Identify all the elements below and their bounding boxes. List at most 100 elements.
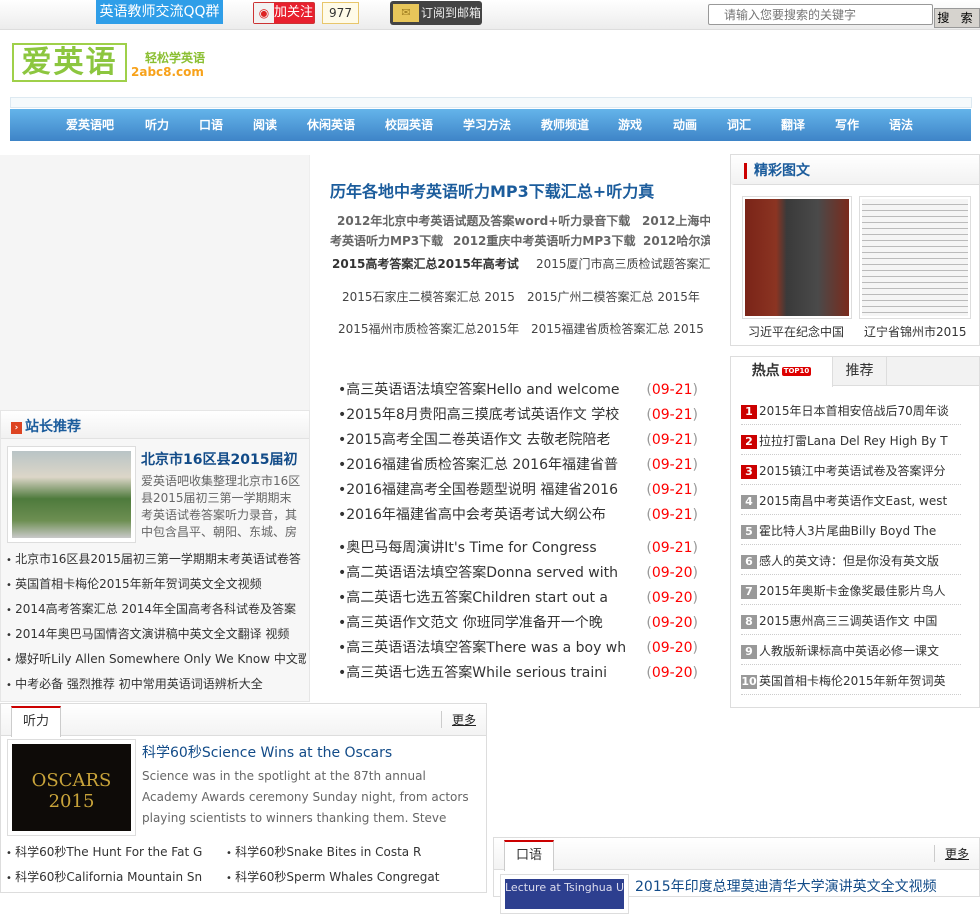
headline-link[interactable]: 2012上海中 [642,212,710,229]
news-item[interactable]: •高三英语七选五答案While serious traini09-20 [338,661,698,686]
news-item[interactable]: •2016年福建省高中会考英语考试大纲公布09-21 [338,503,698,528]
news-item[interactable]: •高三英语作文范文 你班同学准备开一个晚09-20 [338,611,698,636]
list-item[interactable]: 爆好听Lily Allen Somewhere Only We Know 中文歌 [6,647,306,672]
weibo-follow-button[interactable]: ◉ 加关注 [253,2,315,24]
rank-badge: 1 [741,405,757,419]
list-item[interactable]: 英国首相卡梅伦2015年新年贺词英文全文视频 [6,572,306,597]
recommend-feature-title[interactable]: 北京市16区县2015届初 [141,449,301,469]
hot-item[interactable]: 6 感人的英文诗：但是你没有英文版 [741,545,961,575]
listening-list: 科学60秒Snake Bites in Costa R 科学60秒Sperm W… [226,841,446,891]
headline-link[interactable]: 2012年北京中考英语试题及答案word+听力录音下载 [337,212,630,229]
recommend-feature-desc: 爱英语吧收集整理北京市16区县2015届初三第一学期期末考英语试卷答案听力录音，… [141,474,301,539]
hot-item[interactable]: 5 霍比特人3片尾曲Billy Boyd The [741,515,961,545]
picture-caption[interactable]: 辽宁省锦州市2015 [864,323,976,340]
news-date: 09-21 [646,478,698,503]
list-item[interactable]: 2014高考答案汇总 2014年全国高考各科试卷及答案 [6,597,306,622]
nav-item[interactable]: 教师频道 [541,109,589,141]
headline-link[interactable]: 2015福州市质检答案汇总2015年 [338,320,519,337]
more-link[interactable]: 更多 [933,845,969,862]
news-date: 09-20 [646,561,698,586]
rank-badge: 2 [741,435,757,449]
nav-item[interactable]: 词汇 [727,109,751,141]
news-date: 09-21 [646,453,698,478]
speaking-feature-title[interactable]: 2015年印度总理莫迪清华大学演讲英文全文视频 [635,876,965,896]
list-item[interactable]: 2014年奥巴马国情咨文演讲稿中英文全文翻译 视频 [6,622,306,647]
tab-hot[interactable]: 热点 TOP10 [731,357,833,387]
qq-group-link[interactable]: 英语教师交流QQ群 [96,0,223,24]
nav-item[interactable]: 阅读 [253,109,277,141]
picture-thumbnail[interactable] [742,196,852,319]
nav-item[interactable]: 游戏 [618,109,642,141]
headline-link[interactable]: 2015厦门市高三质检试题答案汇 [536,255,711,272]
picture-caption[interactable]: 习近平在纪念中国 [748,323,848,340]
news-item[interactable]: •高三英语语法填空答案There was a boy wh09-20 [338,636,698,661]
hot-item[interactable]: 3 2015镇江中考英语试卷及答案评分 [741,455,961,485]
news-item[interactable]: •2016福建省质检答案汇总 2016年福建省普09-21 [338,453,698,478]
more-link[interactable]: 更多 [440,711,476,728]
listening-feature-title[interactable]: 科学60秒Science Wins at the Oscars [142,742,482,762]
subscribe-email-button[interactable]: ✉ 订阅到邮箱 [390,1,482,25]
rank-badge: 9 [741,645,757,659]
weibo-follow-label: 加关注 [274,5,314,20]
hot-item[interactable]: 2 拉拉打雷Lana Del Rey High By T [741,425,961,455]
nav-item[interactable]: 爱英语吧 [66,109,114,141]
list-item[interactable]: 中考必备 强烈推荐 初中常用英语词语辨析大全 [6,672,306,697]
news-item[interactable]: •2016福建高考全国卷题型说明 福建省201609-21 [338,478,698,503]
rank-badge: 5 [741,525,757,539]
listening-thumbnail[interactable]: OSCARS 2015 [7,739,136,836]
headline-link[interactable]: 2015广州二模答案汇总 2015年 [527,288,700,305]
nav-item[interactable]: 翻译 [781,109,805,141]
news-item[interactable]: •2015高考全国二卷英语作文 去敬老院陪老09-21 [338,428,698,453]
nav-item[interactable]: 听力 [145,109,169,141]
headline-title[interactable]: 历年各地中考英语听力MP3下载汇总+听力真 [330,178,710,202]
list-item[interactable]: 科学60秒The Hunt For the Fat G [6,841,226,866]
nav-item[interactable]: 写作 [835,109,859,141]
news-item[interactable]: •高三英语语法填空答案Hello and welcome09-21 [338,378,698,403]
headline-link[interactable]: 2012重庆中考英语听力MP3下载 [453,232,636,249]
speaking-tabs: 口语 更多 [494,838,979,871]
nav-item[interactable]: 动画 [673,109,697,141]
headline-link[interactable]: 2015石家庄二模答案汇总 2015 [342,288,515,305]
picture-thumbnail[interactable] [859,196,971,319]
listening-list: 科学60秒The Hunt For the Fat G 科学60秒Califor… [6,841,226,891]
list-item[interactable]: 科学60秒Sperm Whales Congregat [226,866,446,891]
search-input[interactable] [708,4,933,25]
logo-slogan: 轻松学英语 [145,51,206,65]
recommend-thumbnail[interactable] [7,446,136,543]
headline-link[interactable]: 2015福建省质检答案汇总 2015 [531,320,704,337]
headline-link[interactable]: 2012哈尔滨 [643,232,710,249]
hot-item[interactable]: 7 2015年奥斯卡金像奖最佳影片鸟人 [741,575,961,605]
recommend-heading: 站长推荐 [25,419,81,435]
nav-item[interactable]: 校园英语 [385,109,433,141]
tab-recommend[interactable]: 推荐 [833,357,887,386]
speaking-thumbnail[interactable]: Lecture at Tsinghua Uni [500,874,629,914]
hot-item[interactable]: 10 英国首相卡梅伦2015年新年贺词英 [741,665,961,695]
nav-item[interactable]: 休闲英语 [307,109,355,141]
list-item[interactable]: 科学60秒Snake Bites in Costa R [226,841,446,866]
nav-item[interactable]: 学习方法 [463,109,511,141]
list-item[interactable]: 科学60秒California Mountain Sn [6,866,226,891]
nav-item[interactable]: 语法 [889,109,913,141]
headline-link[interactable]: 考英语听力MP3下载 [330,232,443,249]
news-item[interactable]: •高二英语语法填空答案Donna served with09-20 [338,561,698,586]
search-button[interactable]: 搜 索 [934,8,980,28]
nav-item[interactable]: 口语 [199,109,223,141]
tab-listening[interactable]: 听力 [11,706,61,737]
list-item[interactable]: 北京市16区县2015届初三第一学期期末考英语试卷答 [6,547,306,572]
news-item[interactable]: •2015年8月贵阳高三摸底考试英语作文 学校09-21 [338,403,698,428]
listening-feature-desc: Science was in the spotlight at the 87th… [142,769,469,825]
pictures-heading: 精彩图文 [744,163,810,179]
rank-badge: 3 [741,465,757,479]
headline-link[interactable]: 2015高考答案汇总2015年高考试 [332,255,519,272]
tab-speaking[interactable]: 口语 [504,840,554,871]
hot-item[interactable]: 4 2015南昌中考英语作文East, west [741,485,961,515]
ad-placeholder [0,155,310,410]
hot-item[interactable]: 8 2015惠州高三三调英语作文 中国 [741,605,961,635]
news-item[interactable]: •奥巴马每周演讲It's Time for Congress09-21 [338,536,698,561]
hot-item[interactable]: 1 2015年日本首相安倍战后70周年谈 [741,395,961,425]
site-logo[interactable]: 爱英语 [12,43,127,82]
hot-tabs: 热点 TOP10 推荐 [731,357,979,387]
news-item[interactable]: •高二英语七选五答案Children start out a09-20 [338,586,698,611]
weibo-icon: ◉ [254,3,274,23]
hot-item[interactable]: 9 人教版新课标高中英语必修一课文 [741,635,961,665]
